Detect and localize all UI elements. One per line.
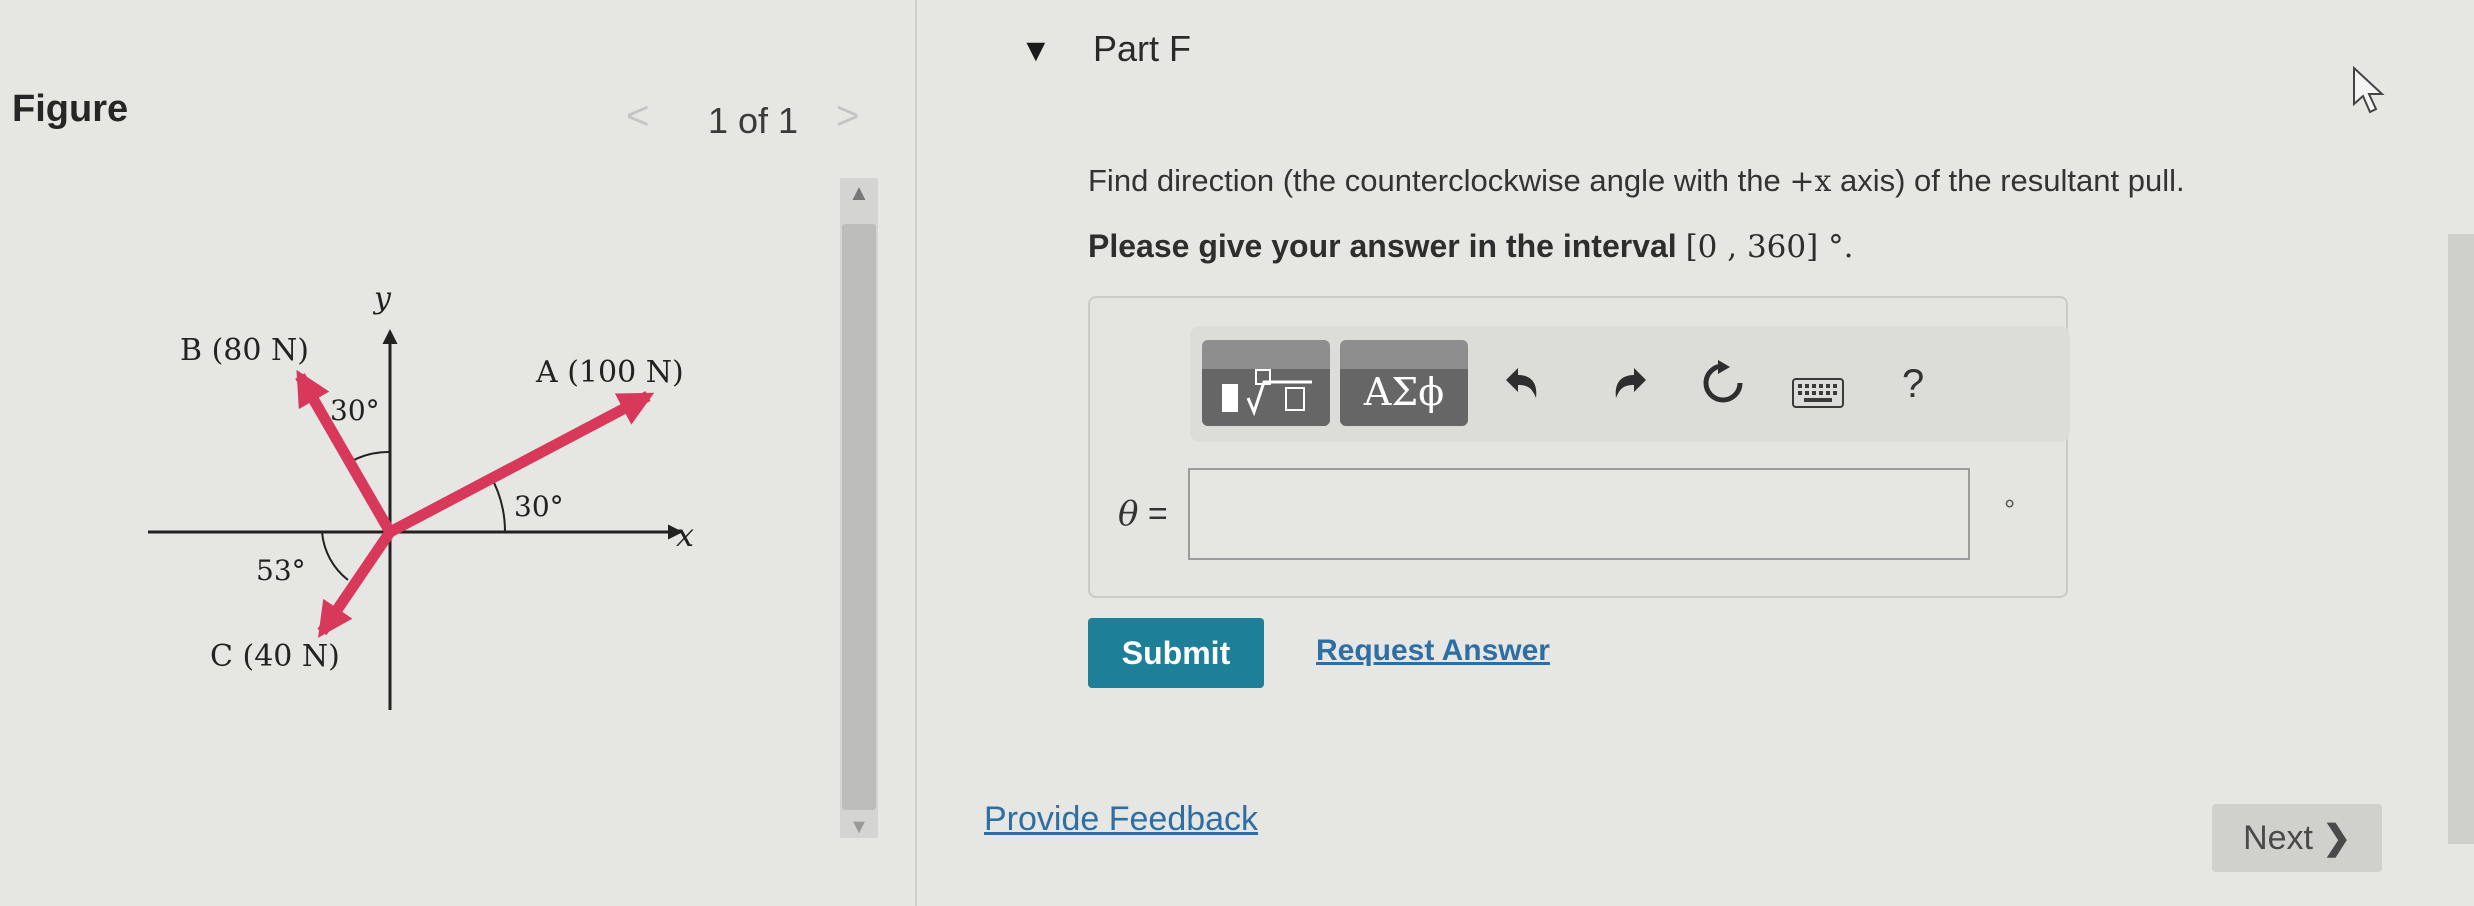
fraction-sqrt-template-icon — [1222, 369, 1312, 417]
figure-scrollbar-thumb[interactable] — [842, 224, 876, 810]
mouse-pointer-icon — [2353, 66, 2385, 114]
prompt-text-before: Find direction (the counterclockwise ang… — [1088, 163, 1790, 198]
chevron-right-icon: ❯ — [2322, 819, 2351, 857]
figure-pager-label: 1 of 1 — [708, 100, 799, 141]
next-button-label: Next — [2243, 819, 2313, 857]
y-axis-label: y — [372, 281, 392, 316]
vector-a-label: A (100 N) — [535, 355, 684, 390]
help-icon[interactable]: ? — [1902, 362, 1924, 407]
prompt-math: +x — [1789, 164, 1832, 199]
degree-unit: ° — [2004, 494, 2016, 525]
theta-answer-input[interactable] — [1188, 468, 1970, 560]
angle-arc-b — [349, 450, 391, 463]
angle-label-b: 30° — [330, 394, 380, 427]
angle-label-a: 30° — [514, 490, 564, 523]
question-prompt: Find direction (the counterclockwise ang… — [1088, 163, 2185, 199]
scroll-down-arrow-icon[interactable]: ▼ — [846, 816, 872, 838]
greek-symbols-button[interactable]: ΑΣϕ — [1340, 340, 1468, 426]
reset-icon[interactable] — [1700, 360, 1746, 406]
redo-icon[interactable] — [1610, 366, 1650, 402]
theta-symbol: θ — [1118, 494, 1139, 534]
keyboard-icon[interactable] — [1792, 378, 1844, 408]
angle-label-c: 53° — [256, 554, 306, 587]
next-button[interactable]: Next ❯ — [2212, 804, 2382, 872]
vector-diagram: y x B (80 N) A (100 N) C (40 N) 30° 30° … — [148, 281, 694, 710]
page-scrollbar[interactable] — [2448, 234, 2474, 844]
interval-instruction: Please give your answer in the interval … — [1088, 228, 1853, 265]
next-figure-button[interactable]: > — [836, 96, 859, 136]
vector-c-arrow — [317, 528, 395, 638]
previous-figure-button[interactable]: < — [626, 96, 649, 136]
vector-c-label: C (40 N) — [210, 639, 340, 674]
submit-button[interactable]: Submit — [1088, 618, 1264, 688]
collapse-part-caret-icon[interactable]: ▼ — [1020, 34, 1052, 66]
panel-divider — [915, 0, 917, 906]
interval-math: [0 , 360] °. — [1685, 229, 1854, 265]
part-title[interactable]: Part F — [1093, 28, 1191, 70]
request-answer-link[interactable]: Request Answer — [1316, 634, 1550, 668]
figure-title: Figure — [12, 88, 129, 130]
provide-feedback-link[interactable]: Provide Feedback — [984, 800, 1258, 839]
interval-text: Please give your answer in the interval — [1088, 228, 1686, 264]
prompt-text-after: axis) of the resultant pull. — [1831, 163, 2185, 198]
x-axis-label: x — [676, 516, 694, 554]
scroll-up-arrow-icon[interactable]: ▲ — [846, 180, 872, 206]
angle-arc-c — [321, 531, 349, 581]
vector-b-label: B (80 N) — [180, 333, 309, 368]
equals-sign: = — [1138, 495, 1168, 533]
theta-label: θ = — [1118, 494, 1168, 534]
undo-icon[interactable] — [1502, 366, 1542, 402]
templates-button[interactable] — [1202, 340, 1330, 426]
